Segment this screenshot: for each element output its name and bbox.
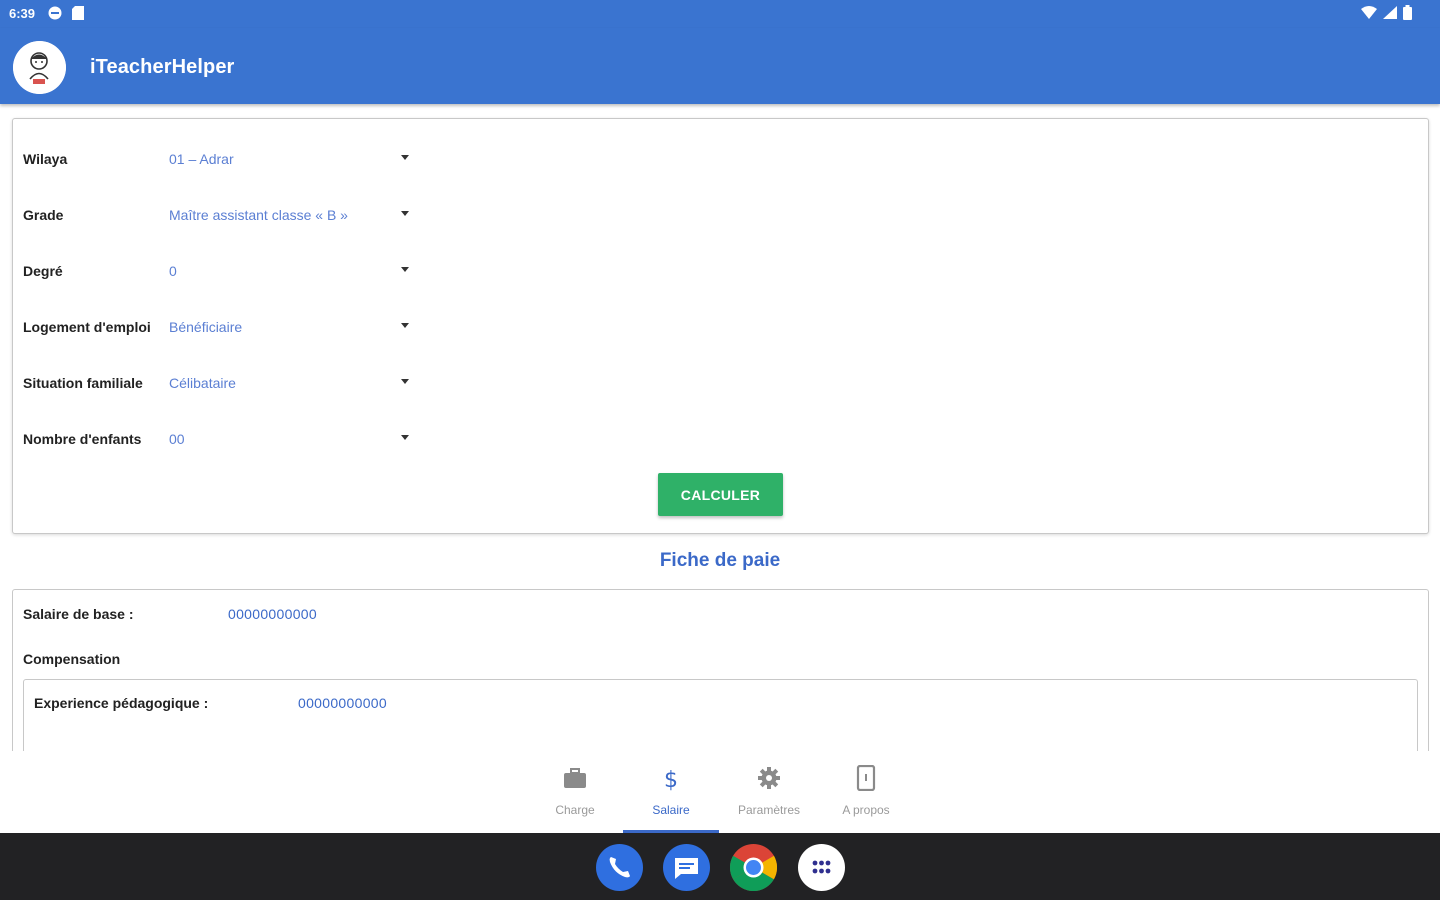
dropdown-arrow-icon bbox=[401, 435, 409, 440]
logement-select[interactable]: Logement d'emploi Bénéficiaire bbox=[23, 315, 409, 339]
nav-tab-a-propos[interactable]: A propos bbox=[818, 751, 914, 833]
nombre-enfants-select[interactable]: Nombre d'enfants 00 bbox=[23, 427, 409, 451]
nav-label-charge: Charge bbox=[555, 803, 595, 817]
grade-label: Grade bbox=[23, 207, 64, 223]
sd-card-icon bbox=[72, 6, 84, 25]
dollar-icon: $ bbox=[659, 765, 683, 793]
app-bar: iTeacherHelper bbox=[0, 28, 1440, 104]
dnd-icon bbox=[48, 6, 62, 25]
bottom-navigation: Charge $ Salaire Paramètres A propos bbox=[0, 751, 1440, 833]
wilaya-value: 01 – Adrar bbox=[169, 151, 234, 167]
wilaya-label: Wilaya bbox=[23, 151, 68, 167]
situation-familiale-value: Célibataire bbox=[169, 375, 236, 391]
dropdown-arrow-icon bbox=[401, 211, 409, 216]
experience-value: 00000000000 bbox=[298, 695, 387, 711]
gear-icon bbox=[757, 765, 781, 791]
logement-label: Logement d'emploi bbox=[23, 319, 151, 335]
payslip-title: Fiche de paie bbox=[659, 550, 781, 571]
situation-familiale-select[interactable]: Situation familiale Célibataire bbox=[23, 371, 409, 395]
degre-select[interactable]: Degré 0 bbox=[23, 259, 409, 283]
nombre-enfants-label: Nombre d'enfants bbox=[23, 431, 142, 447]
grade-select[interactable]: Grade Maître assistant classe « B » bbox=[23, 203, 409, 227]
status-time: 6:39 bbox=[9, 6, 36, 21]
base-salary-value: 00000000000 bbox=[228, 606, 317, 622]
nav-tab-parametres[interactable]: Paramètres bbox=[721, 751, 817, 833]
experience-label: Experience pédagogique : bbox=[34, 695, 209, 711]
salary-form-card: Wilaya 01 – Adrar Grade Maître assistant… bbox=[12, 118, 1429, 534]
briefcase-icon bbox=[563, 765, 587, 791]
base-salary-label: Salaire de base : bbox=[23, 606, 134, 622]
app-title: iTeacherHelper bbox=[90, 56, 235, 78]
nav-tab-charge[interactable]: Charge bbox=[527, 751, 623, 833]
battery-icon bbox=[1403, 5, 1412, 25]
wilaya-select[interactable]: Wilaya 01 – Adrar bbox=[23, 147, 409, 171]
svg-text:$: $ bbox=[664, 768, 678, 791]
dropdown-arrow-icon bbox=[401, 155, 409, 160]
nav-label-a-propos: A propos bbox=[842, 803, 890, 817]
dropdown-arrow-icon bbox=[401, 379, 409, 384]
compensation-label: Compensation bbox=[23, 651, 121, 667]
wifi-icon bbox=[1361, 6, 1377, 24]
nombre-enfants-value: 00 bbox=[169, 431, 185, 447]
app-logo-avatar[interactable] bbox=[13, 41, 66, 94]
messages-icon[interactable] bbox=[663, 844, 710, 891]
chrome-icon[interactable] bbox=[729, 844, 778, 892]
grade-value: Maître assistant classe « B » bbox=[169, 207, 348, 223]
phone-icon[interactable] bbox=[596, 844, 643, 891]
degre-value: 0 bbox=[169, 263, 177, 279]
dropdown-arrow-icon bbox=[401, 267, 409, 272]
dropdown-arrow-icon bbox=[401, 323, 409, 328]
nav-label-parametres: Paramètres bbox=[737, 803, 801, 817]
nav-tab-salaire[interactable]: $ Salaire bbox=[623, 751, 719, 833]
situation-familiale-label: Situation familiale bbox=[23, 375, 143, 391]
nav-label-salaire: Salaire bbox=[652, 803, 690, 817]
status-bar: 6:39 bbox=[0, 0, 1440, 28]
degre-label: Degré bbox=[23, 263, 63, 279]
system-dock bbox=[0, 833, 1440, 900]
calculate-button[interactable]: CALCULER bbox=[658, 473, 783, 516]
phone-device-icon bbox=[854, 764, 878, 792]
logement-value: Bénéficiaire bbox=[169, 319, 243, 335]
app-drawer-icon[interactable] bbox=[798, 844, 845, 891]
signal-icon bbox=[1383, 6, 1397, 24]
